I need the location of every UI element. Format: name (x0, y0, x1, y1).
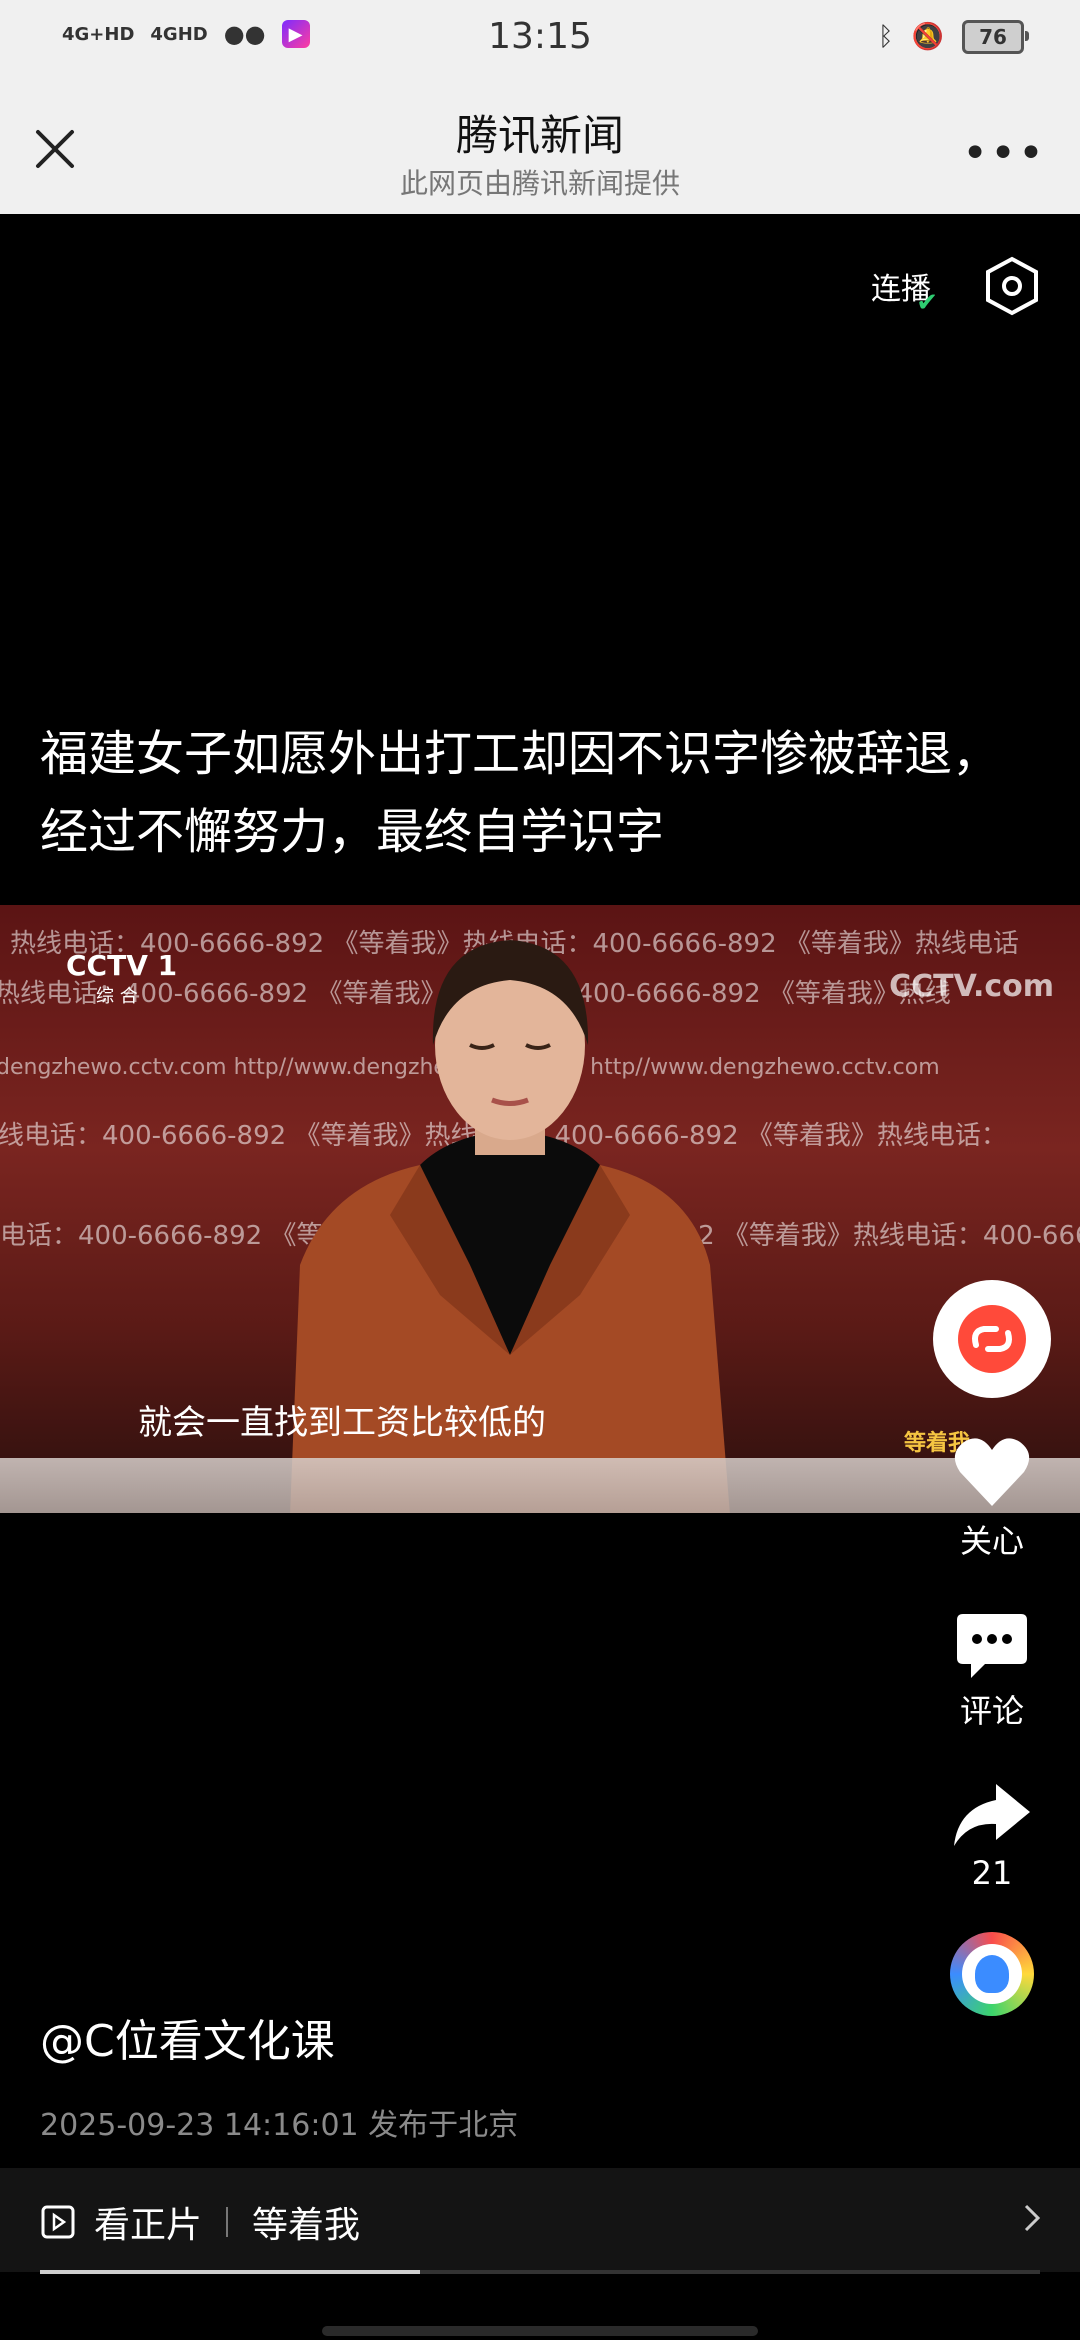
battery-icon: 76 (962, 20, 1029, 54)
more-icon[interactable]: ••• (962, 128, 1046, 179)
header: 腾讯新闻 此网页由腾讯新闻提供 ••• (0, 84, 1080, 214)
watch-full-bar[interactable]: 看正片 等着我 (0, 2168, 1080, 2272)
comment-icon (957, 1614, 1027, 1678)
cctv-com-logo: CCTV.com (889, 969, 1054, 1004)
battery-level: 76 (979, 25, 1007, 49)
cctv-logo: CCTV 1 综 合 (66, 949, 177, 1008)
comment-label: 评论 (959, 1692, 1024, 1730)
play-doc-icon (41, 2205, 75, 2239)
share-icon (954, 1784, 1030, 1846)
penguin-icon (962, 1944, 1022, 2004)
chevron-right-icon (1024, 2204, 1041, 2232)
status-bar: 4G+HD 4GHD ●● ▶ 13:15 ᛒ 🔕 76 (0, 0, 1080, 84)
bluetooth-icon: ᛒ (878, 22, 894, 52)
video-progress[interactable] (40, 2270, 1040, 2274)
watch-label: 看正片 (94, 2205, 203, 2246)
cctv-subchannel: 综 合 (96, 986, 138, 1007)
video-caption: 福建女子如愿外出打工却因不识字惨被辞退，经过不懈努力，最终自学识字 (40, 726, 1001, 860)
video-player[interactable]: 热线电话：400-6666-892 《等着我》热线电话：400-6666-892… (0, 905, 1080, 1513)
author-avatar[interactable] (950, 1932, 1034, 2016)
like-button[interactable]: 关心 (952, 1436, 1032, 1562)
like-label: 关心 (959, 1522, 1024, 1560)
link-icon (958, 1305, 1026, 1373)
video-subtitle: 就会一直找到工资比较低的 (138, 1403, 546, 1443)
comment-button[interactable]: 评论 (955, 1610, 1029, 1732)
heart-icon (954, 1438, 1030, 1506)
share-count: 21 (971, 1854, 1013, 1892)
watch-full-inner: 看正片 等着我 (40, 2196, 360, 2248)
page-subtitle: 此网页由腾讯新闻提供 (399, 167, 680, 200)
share-link-button[interactable] (933, 1280, 1051, 1398)
page-title: 腾讯新闻 (455, 111, 624, 160)
player-top-icons: 连播 ✔ (868, 256, 1040, 318)
check-icon: ✔ (916, 288, 938, 318)
program-name: 等着我 (252, 2205, 361, 2246)
progress-fill (40, 2270, 420, 2274)
autoplay-button[interactable]: 连播 ✔ (868, 256, 938, 318)
video-floor (0, 1458, 1080, 1513)
cctv-channel: CCTV 1 (66, 949, 178, 982)
home-indicator[interactable] (322, 2326, 758, 2336)
settings-icon[interactable] (984, 256, 1040, 316)
author-name[interactable]: @C位看文化课 (40, 2005, 335, 2069)
status-right: ᛒ 🔕 76 (878, 20, 1029, 54)
action-bar: 关心 评论 21 (930, 1280, 1054, 2016)
mute-icon: 🔕 (911, 22, 944, 52)
post-meta: 2025-09-23 14:16:01 发布于北京 (40, 2108, 519, 2143)
share-button[interactable]: 21 (952, 1780, 1032, 1892)
divider (226, 2207, 229, 2237)
